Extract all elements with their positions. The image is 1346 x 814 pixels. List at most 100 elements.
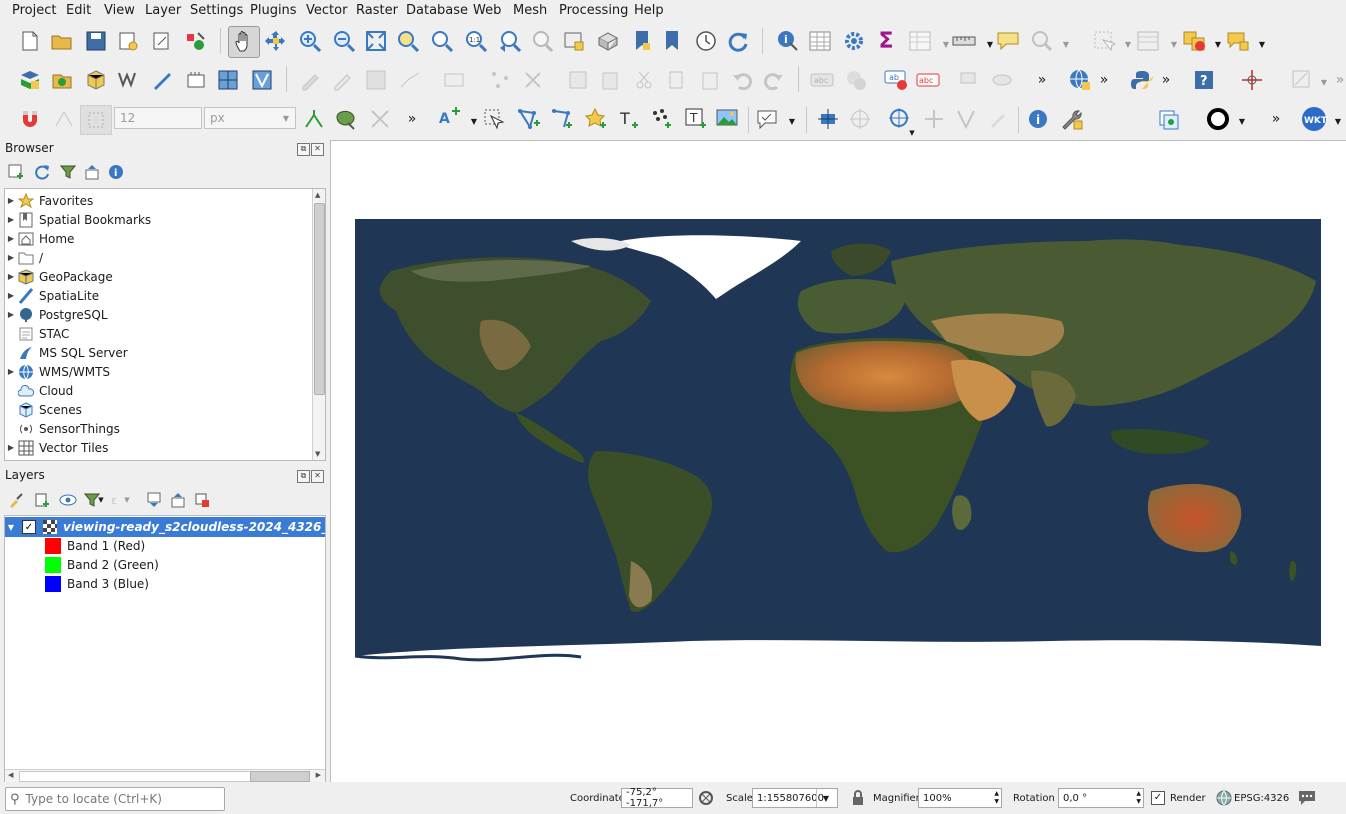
add-polygon-vertex-icon[interactable] [516, 107, 540, 131]
new-temporary-layer-icon[interactable] [184, 68, 208, 92]
chevron-down-icon[interactable]: ▼ [816, 789, 835, 807]
save-edits-icon[interactable] [364, 68, 388, 92]
symbol-unit-select[interactable]: px ▼ [204, 107, 296, 129]
statistical-summary-icon[interactable]: Σ [874, 29, 898, 54]
expand-all-icon[interactable] [144, 490, 164, 510]
refresh-icon[interactable] [726, 29, 750, 53]
rotate-feature-icon[interactable] [922, 107, 946, 131]
new-virtual-layer-icon[interactable] [150, 68, 174, 92]
paste-icon[interactable] [698, 68, 722, 92]
symbol-size-spinbox[interactable]: 12 [114, 107, 202, 129]
remove-layer-icon[interactable] [192, 490, 212, 510]
browser-item-stac[interactable]: STAC [5, 324, 69, 343]
measure-line-icon[interactable] [952, 29, 976, 53]
zoom-to-selection-icon[interactable] [396, 29, 420, 53]
scrollbar-thumb[interactable] [250, 771, 310, 782]
show-bookmarks-icon[interactable] [660, 29, 684, 53]
layer-styling-icon[interactable] [1158, 107, 1182, 131]
browser-item-mssql[interactable]: MS SQL Server [5, 343, 128, 362]
chevron-down-icon[interactable]: ▼ [1326, 109, 1346, 133]
cut-features-icon[interactable] [598, 68, 622, 92]
layers-hscrollbar[interactable]: ◀ ▶ [5, 769, 325, 783]
browser-scrollbar[interactable]: ▲ ▼ [312, 189, 325, 460]
refresh-icon[interactable] [32, 162, 52, 182]
locate-feature-icon[interactable] [1030, 29, 1054, 53]
vertex-tool-icon[interactable] [488, 68, 512, 92]
zoom-last-icon[interactable] [498, 29, 522, 53]
scroll-left-icon[interactable]: ◀ [8, 771, 13, 779]
move-label-icon[interactable] [958, 68, 982, 92]
scale-combo[interactable]: 1:155807600 ▼ [752, 788, 838, 808]
crosshair-icon[interactable] [1240, 68, 1264, 92]
new-geopackage-icon[interactable] [50, 68, 74, 92]
open-project-icon[interactable] [50, 29, 74, 53]
info-icon[interactable]: i [106, 162, 126, 182]
float-panel-icon[interactable]: ⧉ [297, 470, 310, 483]
filter-icon[interactable] [58, 162, 78, 182]
offset-curve-icon[interactable] [986, 107, 1010, 131]
layer-row[interactable]: ▼ ✓ viewing-ready_s2cloudless-2024_4326_… [5, 517, 325, 537]
menu-edit[interactable]: Edit [66, 3, 91, 18]
zoom-native-icon[interactable]: 1:1 [464, 29, 488, 53]
layer-styling-brush-icon[interactable] [6, 490, 26, 510]
chevron-down-icon[interactable]: ▼ [122, 492, 132, 508]
expand-arrow-icon[interactable]: ▶ [5, 310, 17, 319]
messages-icon[interactable] [1296, 787, 1318, 809]
menu-raster[interactable]: Raster [356, 3, 398, 18]
menu-layer[interactable]: Layer [145, 3, 181, 18]
browser-item-postgresql[interactable]: ▶ PostgreSQL [5, 305, 108, 324]
layer-labeling-icon[interactable]: A [438, 107, 462, 131]
map-canvas[interactable] [330, 140, 1346, 783]
expand-arrow-icon[interactable]: ▶ [5, 215, 17, 224]
scrollbar-thumb[interactable] [314, 203, 325, 395]
spin-arrows-icon[interactable]: ▲ ▼ [994, 790, 999, 806]
expand-arrow-icon[interactable]: ▶ [5, 196, 17, 205]
map-tips-icon[interactable] [996, 29, 1020, 53]
zoom-out-icon[interactable] [332, 29, 356, 53]
chevron-down-icon[interactable]: ▼ [1230, 109, 1254, 133]
chevron-down-icon[interactable]: ▼ [96, 492, 106, 508]
pan-map-icon[interactable] [228, 26, 260, 58]
browser-item-spatial-bookmarks[interactable]: ▶ Spatial Bookmarks [5, 210, 151, 229]
browser-item-cloud[interactable]: Cloud [5, 381, 73, 400]
current-edits-icon[interactable] [298, 68, 322, 92]
python-console-icon[interactable] [1130, 68, 1154, 92]
overflow-icon[interactable]: » [1328, 68, 1346, 92]
layer-visibility-checkbox[interactable]: ✓ [22, 520, 36, 534]
identify-features-icon[interactable]: i [776, 29, 800, 53]
crs-globe-icon[interactable] [1214, 788, 1234, 808]
browser-item-geopackage[interactable]: ▶ GeoPackage [5, 267, 113, 286]
wrench-icon[interactable] [1060, 107, 1084, 131]
zoom-full-icon[interactable] [364, 29, 388, 53]
new-map-view-icon[interactable] [562, 29, 586, 53]
menu-help[interactable]: Help [634, 3, 664, 18]
render-checkbox[interactable]: ✓ [1151, 791, 1165, 805]
new-mesh-layer-icon[interactable] [250, 68, 274, 92]
snap-to-vertex-icon[interactable] [52, 107, 76, 131]
new-print-layout-icon[interactable] [116, 29, 140, 53]
overflow-icon[interactable]: » [1030, 68, 1054, 92]
new-shapefile-icon[interactable] [84, 68, 108, 92]
new-spatialite-icon[interactable] [116, 68, 140, 92]
browser-item-sensorthings[interactable]: SensorThings [5, 419, 120, 438]
browser-item-scenes[interactable]: Scenes [5, 400, 82, 419]
chevron-down-icon[interactable]: ▼ [1054, 32, 1078, 56]
avoid-overlap-icon[interactable] [368, 107, 392, 131]
pan-feature-icon[interactable] [848, 107, 872, 131]
snap-tracing-icon[interactable] [302, 107, 326, 131]
menu-settings[interactable]: Settings [190, 3, 243, 18]
add-star-icon[interactable] [584, 107, 608, 131]
browser-item-wms-wmts[interactable]: ▶ WMS/WMTS [5, 362, 110, 381]
select-all-icon[interactable] [1136, 29, 1160, 53]
expand-arrow-icon[interactable]: ▶ [5, 291, 17, 300]
copy-features-icon[interactable] [632, 68, 656, 92]
add-text-icon[interactable]: T [618, 107, 642, 131]
manage-visibility-icon[interactable] [58, 490, 78, 510]
select-by-location-icon[interactable] [482, 107, 506, 131]
style-manager-icon[interactable] [184, 29, 208, 53]
chevron-down-icon[interactable]: ▼ [780, 109, 804, 133]
browser-item-spatialite[interactable]: ▶ SpatiaLite [5, 286, 99, 305]
new-3d-map-view-icon[interactable] [596, 29, 620, 53]
help-contents-icon[interactable]: ? [1192, 68, 1216, 92]
circle-symbol-icon[interactable] [1206, 107, 1230, 131]
